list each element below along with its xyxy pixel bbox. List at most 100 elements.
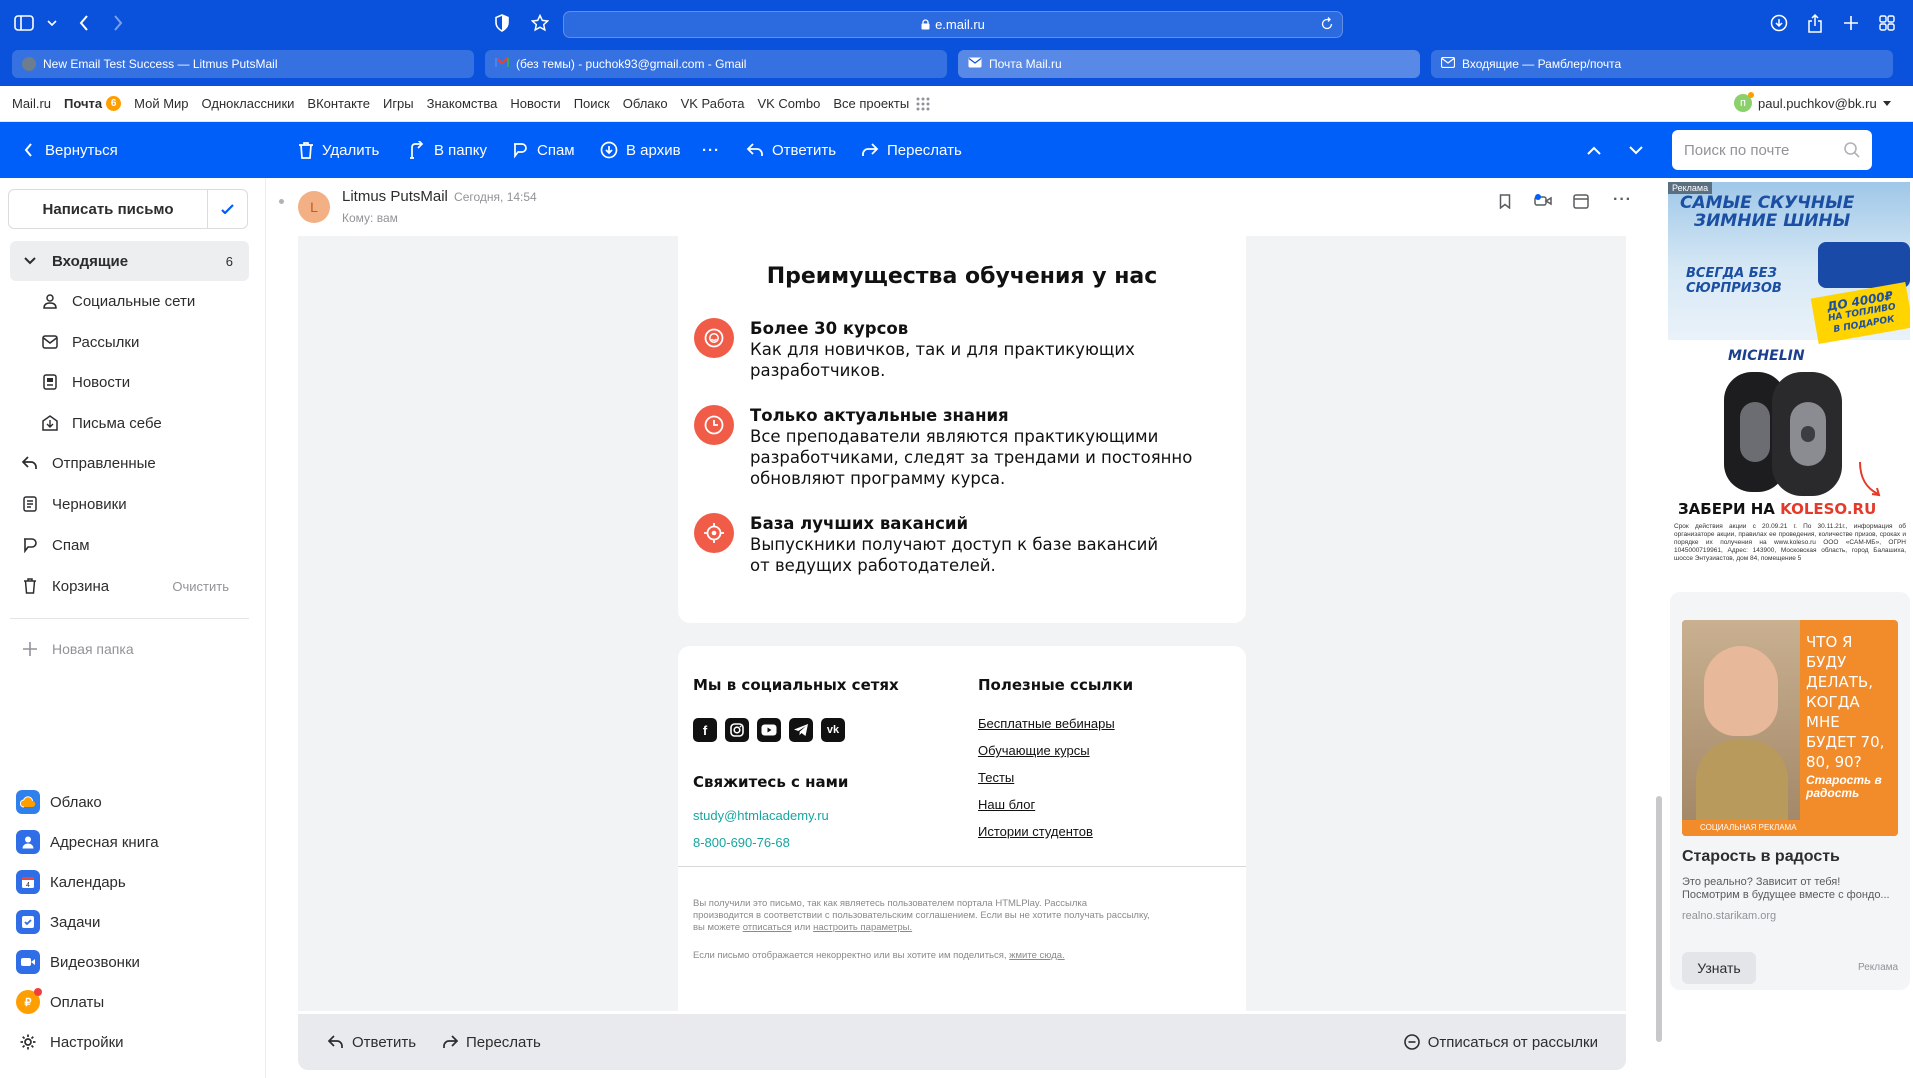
folder-sent[interactable]: Отправленные (10, 443, 249, 483)
folder-newsletters[interactable]: Рассылки (10, 322, 249, 362)
portal-link-vkwork[interactable]: VK Работа (681, 96, 745, 111)
tab-overview-icon[interactable] (1875, 11, 1899, 35)
link-blog[interactable]: Наш блог (978, 797, 1035, 812)
ad2-description: Это реально? Зависит от тебя! Посмотрим … (1682, 876, 1898, 902)
portal-bar: Mail.ru Почта 6 Мой Мир Одноклассники ВКо… (0, 86, 1913, 122)
portal-link-mailru[interactable]: Mail.ru (12, 96, 51, 111)
forward-arrow-icon[interactable] (106, 11, 130, 35)
folder-self-mail[interactable]: Письма себе (10, 403, 249, 443)
app-cloud[interactable]: Облако (16, 785, 102, 819)
video-call-icon[interactable] (1534, 194, 1552, 208)
delete-button[interactable]: Удалить (298, 122, 379, 178)
archive-button[interactable]: В архив (600, 122, 681, 178)
back-arrow-icon[interactable] (72, 11, 96, 35)
link-webinars[interactable]: Бесплатные вебинары (978, 716, 1115, 731)
folder-spam[interactable]: Спам (10, 525, 249, 565)
user-menu[interactable]: п paul.puchkov@bk.ru (1734, 92, 1891, 112)
youtube-icon[interactable] (757, 718, 781, 742)
browser-tab-gmail[interactable]: (без темы) - puchok93@gmail.com - Gmail (485, 50, 947, 78)
read-status-dot[interactable] (279, 199, 284, 204)
contact-email-link[interactable]: study@htmlacademy.ru (693, 808, 829, 823)
folder-drafts[interactable]: Черновики (10, 484, 249, 524)
browser-tab-rambler[interactable]: Входящие — Рамблер/почта (1431, 50, 1893, 78)
unsubscribe-button[interactable]: Отписаться от рассылки (1403, 1014, 1598, 1070)
mail-search-field[interactable]: Поиск по почте (1672, 130, 1872, 170)
portal-link-allprojects[interactable]: Все проекты (833, 96, 930, 111)
tire-ad-banner[interactable]: Реклама САМЫЕ СКУЧНЫЕ ЗИМНИЕ ШИНЫ ВСЕГДА… (1668, 182, 1910, 580)
next-message-button[interactable] (1629, 122, 1643, 178)
compose-options-button[interactable] (207, 190, 247, 228)
contact-phone-link[interactable]: 8-800-690-76-68 (693, 835, 790, 850)
address-bar[interactable]: e.mail.ru (563, 11, 1343, 38)
downloads-icon[interactable] (1767, 11, 1791, 35)
portal-link-news[interactable]: Новости (510, 96, 560, 111)
sidebar-toggle-icon[interactable] (12, 11, 36, 35)
app-calendar[interactable]: 4 Календарь (16, 865, 126, 899)
bottom-reply-button[interactable]: Ответить (328, 1014, 416, 1070)
new-tab-icon[interactable] (1839, 11, 1863, 35)
app-tasks[interactable]: Задачи (16, 905, 100, 939)
instagram-icon[interactable] (725, 718, 749, 742)
back-button[interactable]: Вернуться (24, 122, 118, 178)
ad2-cta-button[interactable]: Узнать (1682, 952, 1756, 984)
facebook-icon[interactable]: f (693, 718, 717, 742)
folder-social[interactable]: Социальные сети (10, 281, 249, 321)
payments-icon: ₽ (16, 988, 42, 1014)
bottom-reply-label: Ответить (352, 1033, 417, 1051)
bookmark-icon[interactable] (1499, 194, 1511, 209)
telegram-icon[interactable] (789, 718, 813, 742)
portal-link-ok[interactable]: Одноклассники (202, 96, 295, 111)
portal-link-vk[interactable]: ВКонтакте (307, 96, 370, 111)
scrollbar-thumb[interactable] (1656, 796, 1662, 1042)
reply-button[interactable]: Ответить (746, 122, 836, 178)
link-courses[interactable]: Обучающие курсы (978, 743, 1090, 758)
forward-button[interactable]: Переслать (861, 122, 962, 178)
news-icon (40, 372, 60, 392)
feature-courses: Более 30 курсов Как для новичков, так и … (694, 318, 1254, 388)
calendar-event-icon[interactable] (1573, 193, 1589, 209)
reload-icon[interactable] (1320, 17, 1334, 31)
sidebar-divider (10, 618, 249, 619)
portal-link-games[interactable]: Игры (383, 96, 414, 111)
compose-button[interactable]: Написать письмо (9, 190, 207, 228)
recipients[interactable]: Кому: вам (342, 211, 398, 225)
browser-tab-mailru[interactable]: Почта Mail.ru (958, 50, 1420, 78)
app-settings[interactable]: Настройки (16, 1025, 124, 1059)
app-video-calls[interactable]: Видеозвонки (16, 945, 140, 979)
spam-button[interactable]: Спам (511, 122, 575, 178)
folder-trash[interactable]: Корзина Очистить (10, 566, 249, 606)
portal-link-mail[interactable]: Почта 6 (64, 96, 122, 111)
portal-link-myworld[interactable]: Мой Мир (134, 96, 188, 111)
chevron-left-icon (24, 143, 32, 157)
portal-link-vkcombo[interactable]: VK Combo (757, 96, 820, 111)
settings-link[interactable]: настроить параметры. (813, 922, 912, 933)
chevron-down-icon[interactable] (40, 11, 64, 35)
folder-news[interactable]: Новости (10, 362, 249, 402)
move-to-folder-button[interactable]: В папку (408, 122, 487, 178)
new-folder-button[interactable]: Новая папка (10, 629, 249, 669)
previous-message-button[interactable] (1587, 122, 1601, 178)
app-payments[interactable]: ₽ Оплаты (16, 985, 104, 1019)
unsubscribe-link[interactable]: отписаться (743, 922, 792, 933)
empty-trash-button[interactable]: Очистить (172, 579, 229, 594)
portal-link-dating[interactable]: Знакомства (427, 96, 498, 111)
bookmark-star-icon[interactable] (528, 11, 552, 35)
vk-icon[interactable]: vk (821, 718, 845, 742)
app-address-book[interactable]: Адресная книга (16, 825, 159, 859)
portal-link-cloud[interactable]: Облако (623, 96, 668, 111)
link-tests[interactable]: Тесты (978, 770, 1014, 785)
sender-name[interactable]: Litmus PutsMail (342, 188, 448, 205)
view-online-link[interactable]: жмите сюда. (1009, 950, 1065, 961)
privacy-shield-icon[interactable] (490, 11, 514, 35)
share-icon[interactable] (1803, 11, 1827, 35)
portal-link-search[interactable]: Поиск (574, 96, 610, 111)
message-scrollbar[interactable] (1655, 178, 1663, 1078)
browser-tab-litmus[interactable]: New Email Test Success — Litmus PutsMail (12, 50, 474, 78)
more-button[interactable]: ··· (702, 122, 720, 178)
folder-inbox[interactable]: Входящие 6 (10, 241, 249, 281)
more-actions-button[interactable]: ··· (1613, 191, 1632, 209)
bottom-forward-button[interactable]: Переслать (442, 1014, 541, 1070)
feature-vacancies: База лучших вакансий Выпускники получают… (694, 513, 1254, 583)
social-ad-card[interactable]: ЧТО Я БУДУ ДЕЛАТЬ, КОГДА МНЕ БУДЕТ 70, 8… (1670, 592, 1910, 990)
link-stories[interactable]: Истории студентов (978, 824, 1093, 839)
